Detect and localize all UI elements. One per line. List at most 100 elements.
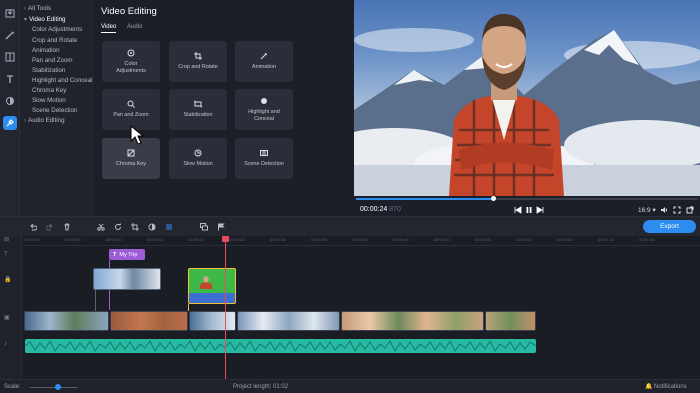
clip-thumbnail-person bbox=[199, 276, 213, 290]
tab-audio[interactable]: Audio bbox=[127, 24, 142, 30]
tree-pan-and-zoom[interactable]: Pan and Zoom bbox=[32, 57, 73, 64]
fullscreen-icon[interactable] bbox=[672, 205, 681, 214]
timeline[interactable]: ⊞ T 🔒 ▣ ♪ 00:00:00 00:00:05 00:00:10 00:… bbox=[0, 236, 700, 379]
tree-scene-detection[interactable]: Scene Detection bbox=[32, 107, 77, 114]
title-clip[interactable]: T My Trip bbox=[109, 249, 145, 260]
tree-highlight-and-conceal[interactable]: Highlight and Conceal bbox=[32, 77, 93, 84]
detach-preview-icon[interactable] bbox=[685, 205, 694, 214]
card-color-adjustments[interactable]: Color Adjustments bbox=[102, 41, 160, 82]
time-fraction: 870 bbox=[389, 206, 401, 213]
edit-toolbar: Export bbox=[0, 216, 700, 236]
card-scene-detection[interactable]: Scene Detection bbox=[235, 138, 293, 179]
chroma-key-icon bbox=[127, 149, 135, 157]
overlay-icon[interactable] bbox=[199, 222, 209, 232]
tree-slow-motion[interactable]: Slow Motion bbox=[32, 97, 66, 104]
tree-audio-editing[interactable]: › Audio Editing bbox=[24, 117, 65, 124]
ruler-tick: 00:01:10 bbox=[598, 237, 614, 242]
tree-label: Video Editing bbox=[29, 16, 66, 23]
rotate-icon[interactable] bbox=[113, 222, 123, 232]
current-time: 00:00:24 870 bbox=[360, 206, 401, 213]
video-editor-app: ‹ All Tools ▾ Video Editing Color Adjustme… bbox=[0, 0, 700, 393]
scale-slider-knob[interactable] bbox=[55, 384, 61, 390]
video-preview[interactable] bbox=[354, 0, 700, 196]
scene-detection-icon bbox=[260, 150, 268, 157]
overlay-audio-strip bbox=[189, 293, 235, 303]
playhead[interactable] bbox=[225, 236, 226, 379]
video-clip-5[interactable] bbox=[341, 311, 484, 331]
marker-flag-icon[interactable] bbox=[216, 222, 226, 232]
notifications-link[interactable]: Notifications bbox=[654, 384, 687, 390]
stabilization-icon bbox=[194, 100, 202, 108]
add-track-icon[interactable]: ⊞ bbox=[4, 236, 9, 243]
mouse-cursor-icon bbox=[130, 125, 144, 145]
next-frame-icon[interactable] bbox=[535, 205, 544, 214]
chevron-left-icon: ‹ bbox=[24, 5, 27, 12]
left-toolbar-rail bbox=[0, 0, 20, 216]
tab-video[interactable]: Video bbox=[101, 24, 116, 30]
tree-video-editing[interactable]: ▾ Video Editing bbox=[24, 16, 65, 23]
time-value: 00:00:24 bbox=[360, 206, 388, 213]
filters-icon[interactable] bbox=[3, 94, 17, 108]
delete-icon[interactable] bbox=[62, 222, 72, 232]
card-pan-and-zoom[interactable]: Pan and Zoom bbox=[102, 89, 160, 130]
color-wheel-icon bbox=[127, 49, 135, 57]
card-crop-and-rotate[interactable]: Crop and Rotate bbox=[169, 41, 227, 82]
ruler-tick: 00:00:40 bbox=[352, 237, 368, 242]
card-slow-motion[interactable]: Slow Motion bbox=[169, 138, 227, 179]
crop-tool-icon[interactable] bbox=[130, 222, 140, 232]
card-highlight-and-conceal[interactable]: Highlight and Conceal bbox=[235, 89, 293, 130]
undo-icon[interactable] bbox=[28, 222, 38, 232]
card-label: Stabilization bbox=[183, 112, 213, 119]
titles-icon[interactable] bbox=[3, 72, 17, 86]
card-animation[interactable]: Animation bbox=[235, 41, 293, 82]
animation-icon bbox=[260, 52, 268, 60]
video-clip-2[interactable] bbox=[110, 311, 188, 331]
tree-chroma-key[interactable]: Chroma Key bbox=[32, 87, 66, 94]
audio-track-icon[interactable]: ♪ bbox=[4, 341, 7, 347]
import-icon[interactable] bbox=[3, 6, 17, 20]
card-label: Pan and Zoom bbox=[113, 112, 149, 119]
slow-motion-icon bbox=[194, 149, 202, 157]
card-label: Chroma Key bbox=[116, 161, 146, 168]
overlay-track-lock-icon[interactable]: 🔒 bbox=[4, 276, 11, 283]
tree-color-adjustments[interactable]: Color Adjustments bbox=[32, 26, 82, 33]
tree-all-tools[interactable]: ‹ All Tools bbox=[24, 5, 51, 12]
tools-icon[interactable] bbox=[3, 116, 17, 130]
previous-frame-icon[interactable] bbox=[513, 205, 522, 214]
ruler-tick: 00:00:25 bbox=[229, 237, 245, 242]
video-track-icon[interactable]: ▣ bbox=[4, 314, 10, 321]
ruler-tick: 00:00:20 bbox=[188, 237, 204, 242]
tree-label: Audio Editing bbox=[28, 117, 65, 124]
video-clip-4[interactable] bbox=[237, 311, 340, 331]
project-length: Project length: 01:02 bbox=[233, 384, 289, 390]
aspect-ratio-select[interactable]: 16:9 ▾ bbox=[638, 206, 656, 214]
card-stabilization[interactable]: Stabilization bbox=[169, 89, 227, 130]
scale-slider[interactable] bbox=[30, 387, 78, 388]
transitions-icon[interactable] bbox=[3, 50, 17, 64]
tree-stabilization[interactable]: Stabilization bbox=[32, 67, 65, 74]
pause-icon[interactable] bbox=[524, 205, 533, 214]
playback-scrubber[interactable] bbox=[356, 196, 698, 201]
scrubber-knob[interactable] bbox=[491, 196, 496, 201]
overlay-clip-mountains[interactable] bbox=[93, 268, 161, 290]
magic-wand-icon[interactable] bbox=[3, 28, 17, 42]
tools-tree: ‹ All Tools ▾ Video Editing Color Adjustme… bbox=[20, 0, 94, 216]
tree-animation[interactable]: Animation bbox=[32, 47, 60, 54]
audio-clip[interactable] bbox=[25, 339, 536, 353]
color-adjust-icon[interactable] bbox=[147, 222, 157, 232]
time-ruler[interactable]: 00:00:00 00:00:05 00:00:10 00:00:15 00:0… bbox=[22, 236, 700, 246]
overlay-clip-chroma[interactable] bbox=[188, 268, 236, 304]
cut-icon[interactable] bbox=[96, 222, 106, 232]
tree-crop-and-rotate[interactable]: Crop and Rotate bbox=[32, 37, 77, 44]
export-button[interactable]: Export bbox=[643, 220, 696, 233]
clip-properties-icon[interactable] bbox=[164, 222, 174, 232]
video-clip-3[interactable] bbox=[189, 311, 236, 331]
volume-icon[interactable] bbox=[659, 205, 668, 214]
redo-icon[interactable] bbox=[45, 222, 55, 232]
bell-icon[interactable]: 🔔 bbox=[645, 383, 652, 390]
card-label: Animation bbox=[252, 64, 276, 71]
card-label: Color Adjustments bbox=[116, 61, 146, 74]
video-clip-1[interactable] bbox=[24, 311, 109, 331]
audio-waveform bbox=[25, 339, 536, 353]
video-clip-6[interactable] bbox=[485, 311, 536, 331]
